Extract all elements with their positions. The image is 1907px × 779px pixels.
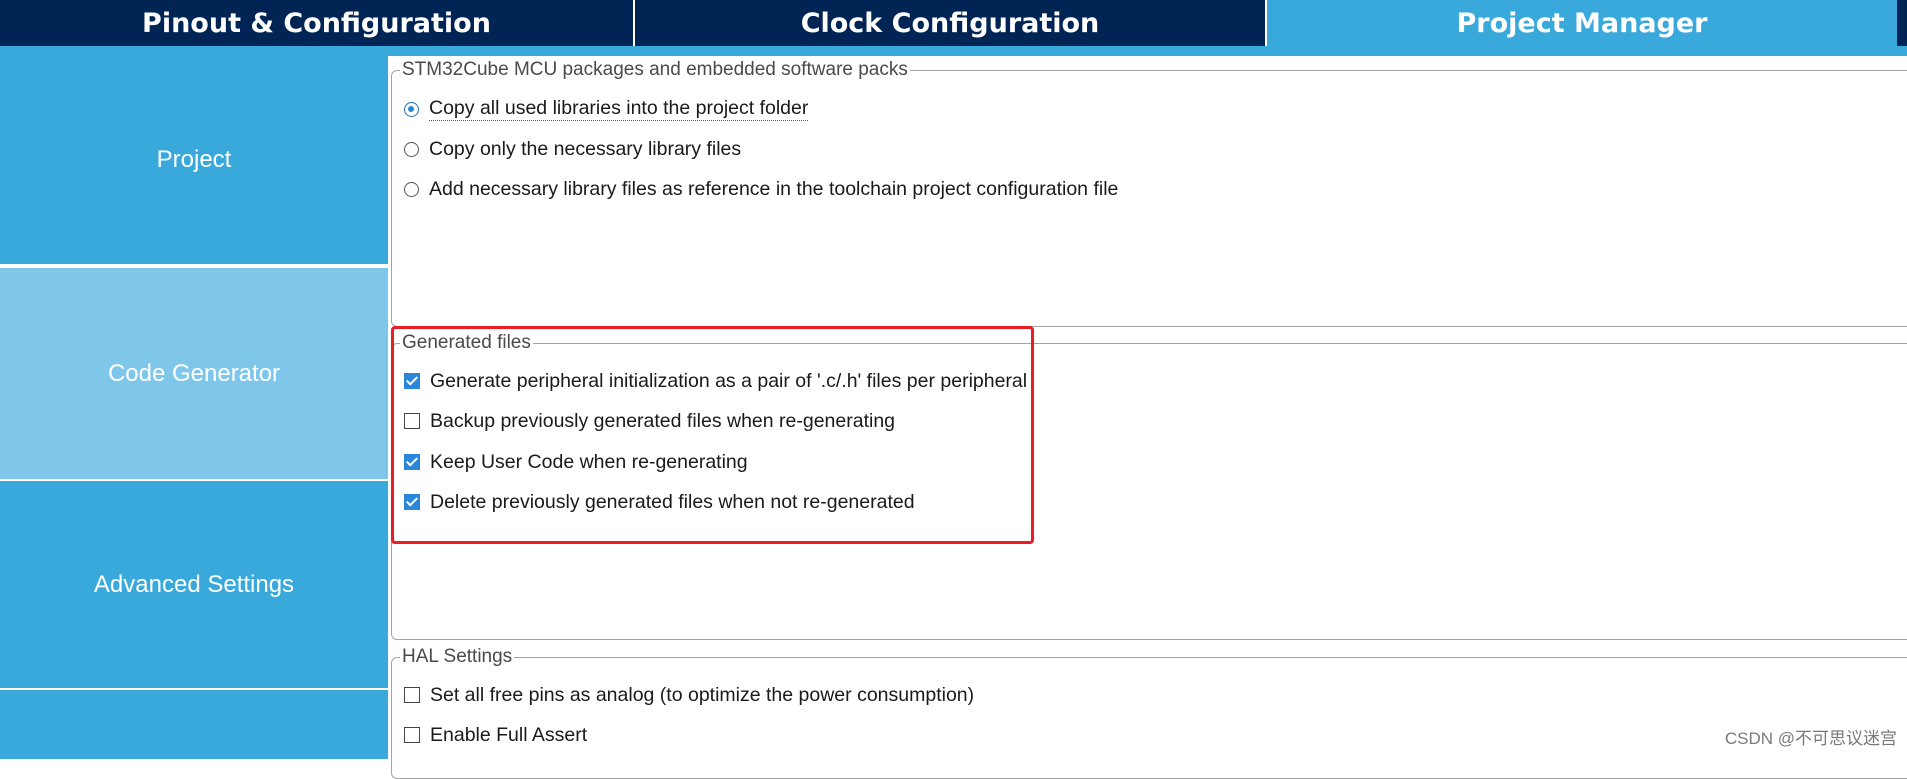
radio-unselected-icon[interactable] — [404, 181, 419, 197]
watermark: CSDN @不可思议迷宫 — [1724, 729, 1897, 748]
sidebar-item-more[interactable] — [0, 690, 388, 759]
checkbox-unchecked-icon[interactable] — [404, 687, 420, 703]
tab-bar-edge — [1897, 0, 1907, 49]
tab-clock-configuration[interactable]: Clock Configuration — [635, 0, 1265, 46]
tab-pinout-configuration[interactable]: Pinout & Configuration — [0, 0, 633, 46]
packages-group: STM32Cube MCU packages and embedded soft… — [391, 59, 1907, 327]
radio-selected-icon[interactable] — [404, 101, 419, 117]
option-copy-necessary-files[interactable]: Copy only the necessary library files — [404, 136, 741, 162]
option-label: Copy all used libraries into the project… — [429, 97, 809, 121]
sidebar-item-code-generator[interactable]: Code Generator — [0, 268, 388, 479]
option-free-pins-analog[interactable]: Set all free pins as analog (to optimize… — [404, 682, 974, 708]
sidebar-item-label: Code Generator — [107, 359, 281, 387]
sidebar-item-label: Project — [156, 146, 232, 173]
sidebar-item-advanced-settings[interactable]: Advanced Settings — [0, 481, 388, 688]
tab-bar-underline — [0, 46, 1907, 56]
option-label: Copy only the necessary library files — [429, 137, 742, 160]
top-tab-bar: Pinout & Configuration Clock Configurati… — [0, 0, 1907, 49]
radio-unselected-icon[interactable] — [404, 141, 419, 157]
option-copy-all-libraries[interactable]: Copy all used libraries into the project… — [404, 96, 809, 122]
highlight-box — [391, 326, 1034, 544]
sidebar-item-project[interactable]: Project — [0, 56, 388, 264]
sidebar: Project Code Generator Advanced Settings — [0, 56, 388, 759]
option-enable-full-assert[interactable]: Enable Full Assert — [404, 722, 587, 748]
option-add-as-reference[interactable]: Add necessary library files as reference… — [404, 176, 1118, 202]
packages-group-title: STM32Cube MCU packages and embedded soft… — [400, 59, 910, 81]
sidebar-item-label: Advanced Settings — [93, 570, 295, 598]
hal-settings-group: HAL Settings Set all free pins as analog… — [391, 646, 1907, 779]
checkbox-unchecked-icon[interactable] — [404, 727, 420, 743]
option-label: Enable Full Assert — [430, 723, 588, 746]
option-label: Set all free pins as analog (to optimize… — [430, 683, 975, 706]
hal-settings-group-title: HAL Settings — [400, 646, 515, 668]
tab-project-manager[interactable]: Project Manager — [1267, 0, 1897, 49]
option-label: Add necessary library files as reference… — [429, 177, 1119, 200]
